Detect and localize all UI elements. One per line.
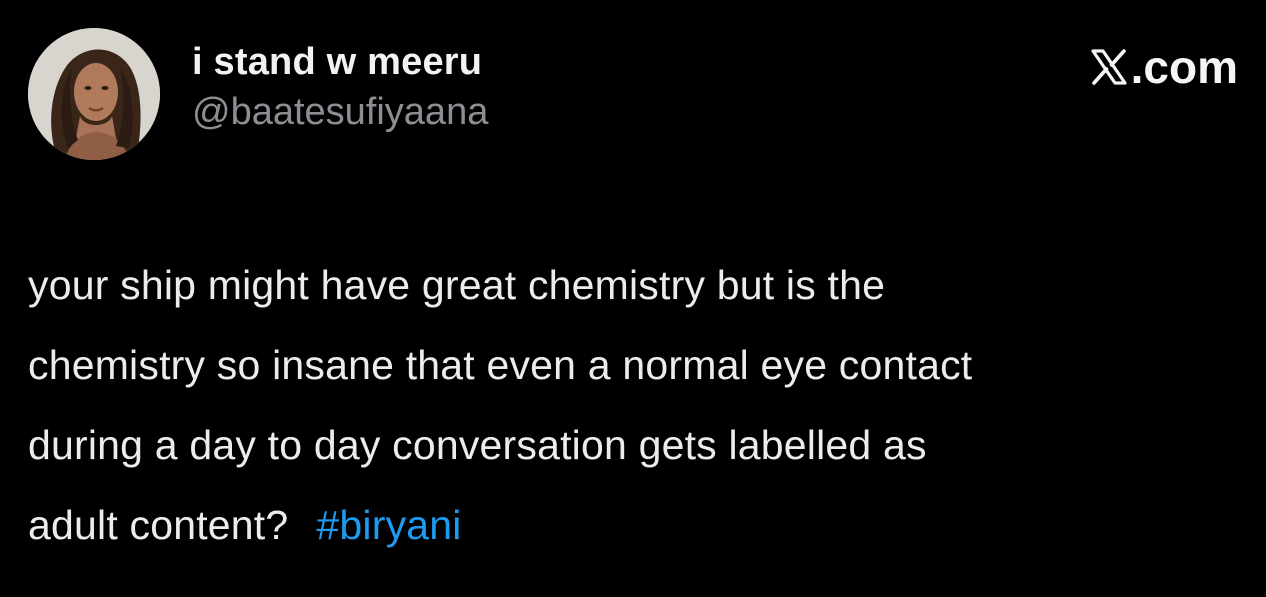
display-name[interactable]: i stand w meeru [192, 40, 488, 84]
x-com-brand: .com [1089, 42, 1238, 92]
tweet-line: chemistry so insane that even a normal e… [28, 342, 973, 388]
tweet-line: your ship might have great chemistry but… [28, 262, 886, 308]
tweet-text: your ship might have great chemistry but… [28, 245, 1264, 565]
avatar[interactable] [28, 28, 160, 160]
avatar-photo [28, 28, 160, 160]
author-names: i stand w meeru @baatesufiyaana [192, 40, 488, 134]
tweet-header: i stand w meeru @baatesufiyaana .com [28, 28, 1238, 163]
user-handle[interactable]: @baatesufiyaana [192, 90, 488, 134]
tweet-line: during a day to day conversation gets la… [28, 422, 927, 468]
tweet-line-last: adult content? #biryani [28, 485, 1264, 565]
tweet-line-text: adult content? [28, 502, 289, 548]
brand-label: .com [1130, 41, 1238, 93]
x-logo-icon [1089, 47, 1129, 87]
hashtag-link[interactable]: #biryani [316, 502, 461, 548]
